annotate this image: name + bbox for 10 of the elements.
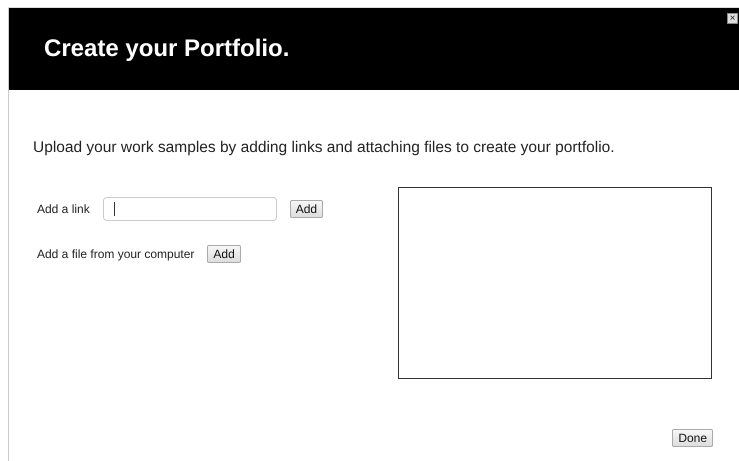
link-label: Add a link [37,201,90,218]
dialog-title: Create your Portfolio. [44,34,290,64]
text-cursor [114,202,115,216]
link-field[interactable] [102,197,277,222]
done-button[interactable]: Done [672,429,713,448]
file-label: Add a file from your computer [37,246,194,264]
add-link-button[interactable]: Add [290,200,324,218]
intro-text: Upload your work samples by adding links and attaching files to create your portfolio. [33,138,616,158]
add-file-button[interactable]: Add [207,245,241,264]
close-button[interactable]: × [727,13,738,24]
